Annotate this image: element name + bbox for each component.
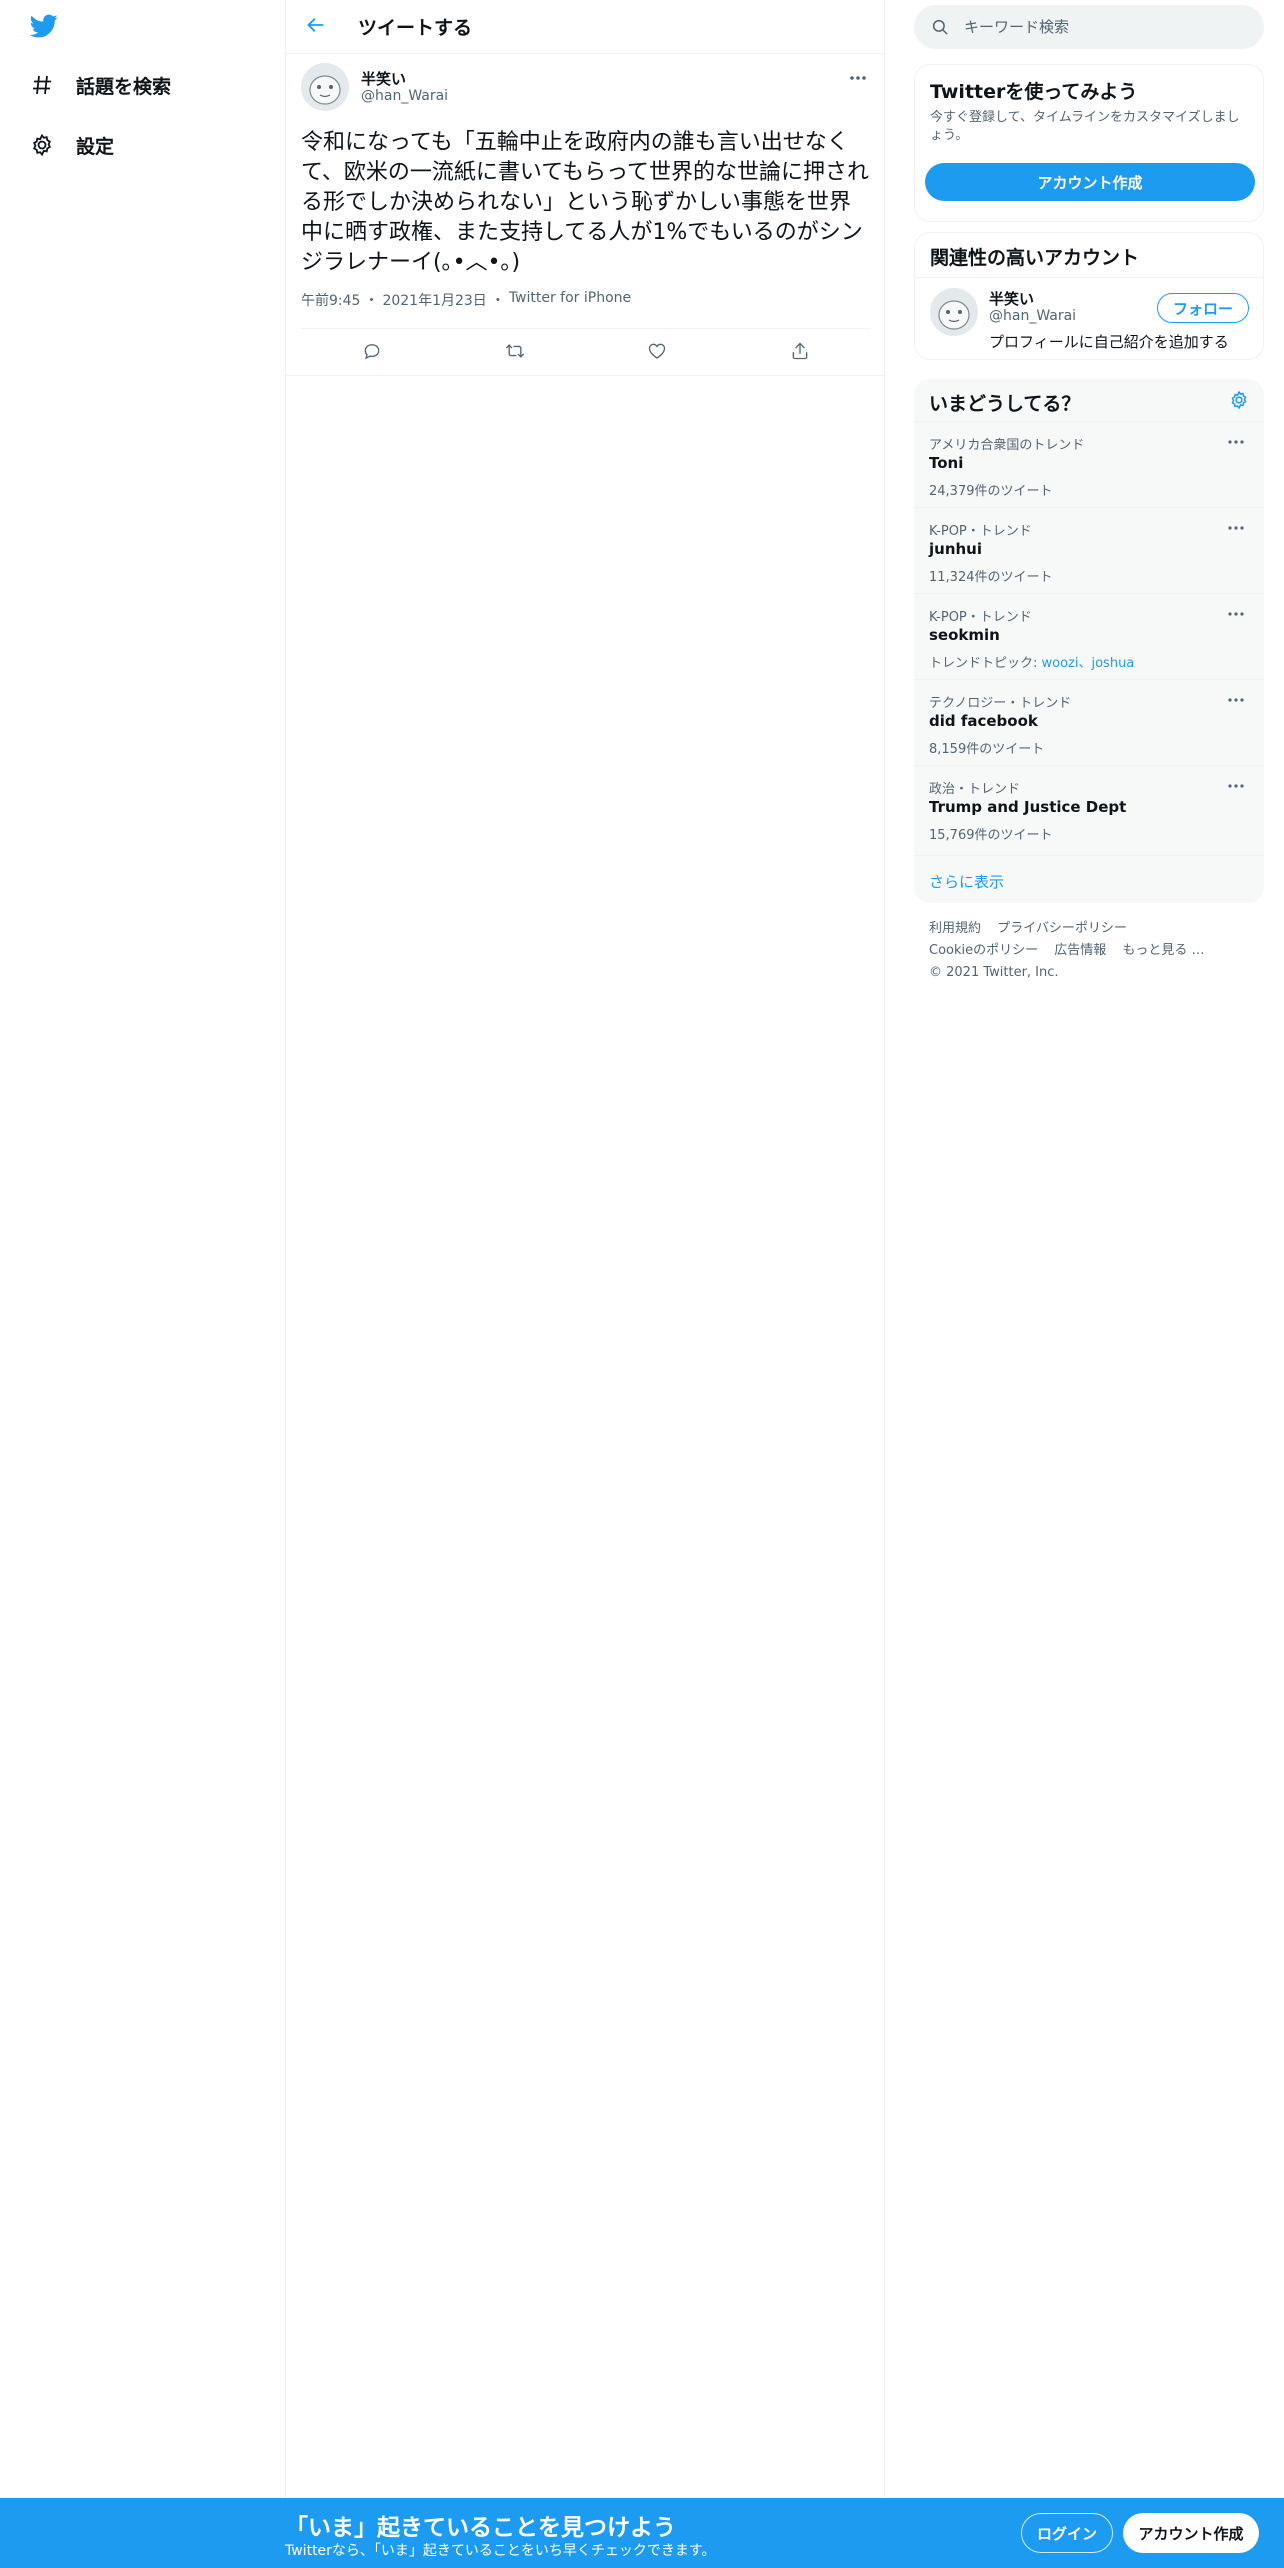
trend-context: アメリカ合衆国のトレンド (929, 438, 1085, 453)
ellipsis-icon[interactable] (1224, 520, 1248, 536)
tweet-time[interactable]: 午前9:45 (301, 290, 360, 310)
back-button[interactable] (298, 9, 334, 45)
trend-context: K-POP・トレンド (929, 610, 1032, 625)
like-icon (647, 341, 667, 365)
trend-count: 24,379件のツイート (929, 484, 1053, 499)
signup-card-description: 今すぐ登録して、タイムラインをカスタマイズしましょう。 (930, 110, 1240, 143)
arrow-left-icon (306, 15, 326, 39)
footer-more-link[interactable]: もっと見る … (1122, 940, 1204, 962)
trend-item[interactable]: テクノロジー・トレンド did facebook 8,159件のツイート (914, 679, 1264, 765)
search-input[interactable] (964, 18, 1244, 36)
tweet-source[interactable]: Twitter for iPhone (509, 290, 631, 310)
reply-icon (362, 341, 382, 365)
hashtag-icon (28, 71, 56, 99)
trend-count: 11,324件のツイート (929, 570, 1053, 585)
show-more-link[interactable]: さらに表示 (914, 855, 1264, 907)
relevant-accounts-title: 関連性の高いアカウント (930, 247, 1140, 269)
gear-icon (1229, 390, 1249, 414)
follow-button[interactable]: フォロー (1157, 293, 1249, 323)
twitter-bird-icon[interactable] (28, 12, 64, 42)
trend-context: テクノロジー・トレンド (929, 696, 1072, 711)
footer-copyright: © 2021 Twitter, Inc. (929, 965, 1059, 980)
banner-signup-button[interactable]: アカウント作成 (1123, 2513, 1259, 2553)
search-box[interactable] (914, 5, 1264, 49)
relevant-account-name[interactable]: 半笑い (989, 288, 1034, 309)
author-name[interactable]: 半笑い (361, 68, 406, 89)
trend-item[interactable]: アメリカ合衆国のトレンド Toni 24,379件のツイート (914, 421, 1264, 507)
nav-settings-label: 設定 (76, 135, 115, 158)
tweet-actions (301, 328, 871, 376)
banner-subtitle: Twitterなら、「いま」起きていることをいち早くチェックできます。 (285, 2543, 716, 2559)
trend-context: K-POP・トレンド (929, 524, 1032, 539)
nav-explore-label: 話題を検索 (76, 75, 172, 98)
trends-title: いまどうしてる？ (929, 393, 1081, 415)
trend-name: did facebook (929, 712, 1038, 730)
tweet-date[interactable]: 2021年1月23日 (382, 290, 486, 310)
trend-count: 15,769件のツイート (929, 828, 1053, 843)
trend-item[interactable]: K-POP・トレンド seokmin トレンドトピック: woozi、joshu… (914, 593, 1264, 679)
signup-card-title: Twitterを使ってみよう (930, 81, 1138, 103)
meta-separator: ・ (364, 293, 379, 309)
ellipsis-icon[interactable] (1224, 434, 1248, 450)
author-avatar[interactable] (301, 63, 349, 111)
banner-title: 「いま」起きていることを見つけよう (285, 2515, 676, 2541)
trends-card: いまどうしてる？ アメリカ合衆国のトレンド Toni 24,379件のツイート … (914, 379, 1264, 903)
signup-card: Twitterを使ってみよう 今すぐ登録して、タイムラインをカスタマイズしましょ… (914, 64, 1264, 222)
footer-links: 利用規約 プライバシーポリシー Cookieのポリシー 広告情報 もっと見る …… (929, 918, 1259, 984)
ellipsis-icon[interactable] (1224, 692, 1248, 708)
more-options-button[interactable] (846, 66, 870, 84)
ellipsis-icon[interactable] (1224, 606, 1248, 622)
share-button[interactable] (783, 336, 817, 370)
trend-item[interactable]: K-POP・トレンド junhui 11,324件のツイート (914, 507, 1264, 593)
main-column: ツイートする 半笑い @han_Warai 令和になっても「五輪中止を政府内の誰… (285, 0, 885, 2498)
trends-settings-button[interactable] (1226, 389, 1252, 415)
left-nav: 話題を検索 設定 (0, 0, 285, 2568)
divider (915, 277, 1263, 278)
bottom-signup-banner: 「いま」起きていることを見つけよう Twitterなら、「いま」起きていることを… (0, 2498, 1284, 2568)
retweet-button[interactable] (498, 336, 532, 370)
author-handle[interactable]: @han_Warai (361, 88, 448, 104)
trend-name: seokmin (929, 626, 1000, 644)
tweet-meta: 午前9:45 ・ 2021年1月23日 ・ Twitter for iPhone (301, 290, 631, 310)
ellipsis-icon (849, 66, 867, 85)
footer-cookie-link[interactable]: Cookieのポリシー (929, 940, 1038, 962)
main-header: ツイートする (286, 0, 884, 54)
relevant-account-handle[interactable]: @han_Warai (989, 308, 1076, 324)
tweet: 半笑い @han_Warai 令和になっても「五輪中止を政府内の誰も言い出せなく… (286, 54, 884, 376)
like-button[interactable] (640, 336, 674, 370)
trend-name: Toni (929, 454, 964, 472)
nav-settings[interactable]: 設定 (28, 125, 114, 165)
reply-button[interactable] (355, 336, 389, 370)
relevant-accounts-card: 関連性の高いアカウント 半笑い @han_Warai プロフィールに自己紹介を追… (914, 232, 1264, 360)
trend-name: junhui (929, 540, 982, 558)
trend-count: 8,159件のツイート (929, 742, 1045, 757)
trend-context: 政治・トレンド (929, 782, 1021, 797)
ellipsis-icon[interactable] (1224, 778, 1248, 794)
meta-separator: ・ (490, 293, 505, 309)
trend-item[interactable]: 政治・トレンド Trump and Justice Dept 15,769件のツ… (914, 765, 1264, 851)
share-icon (790, 341, 810, 365)
relevant-account-avatar[interactable] (930, 288, 978, 336)
retweet-icon (504, 341, 526, 365)
search-icon (930, 17, 950, 37)
trend-topics-links[interactable]: woozi、joshua (1042, 656, 1135, 671)
footer-ads-link[interactable]: 広告情報 (1054, 940, 1106, 962)
footer-terms-link[interactable]: 利用規約 (929, 918, 981, 940)
page-title: ツイートする (358, 17, 473, 39)
login-button[interactable]: ログイン (1021, 2513, 1113, 2553)
trend-name: Trump and Justice Dept (929, 798, 1127, 816)
trend-topics: トレンドトピック: woozi、joshua (929, 652, 1134, 671)
nav-explore[interactable]: 話題を検索 (28, 65, 171, 105)
footer-privacy-link[interactable]: プライバシーポリシー (997, 918, 1127, 940)
gear-icon (28, 131, 56, 159)
trend-topics-label: トレンドトピック: (929, 656, 1042, 671)
tweet-text: 令和になっても「五輪中止を政府内の誰も言い出せなくて、欧米の一流紙に書いてもらっ… (301, 130, 870, 275)
create-account-button[interactable]: アカウント作成 (925, 163, 1255, 201)
relevant-account-bio: プロフィールに自己紹介を追加する (989, 333, 1229, 351)
